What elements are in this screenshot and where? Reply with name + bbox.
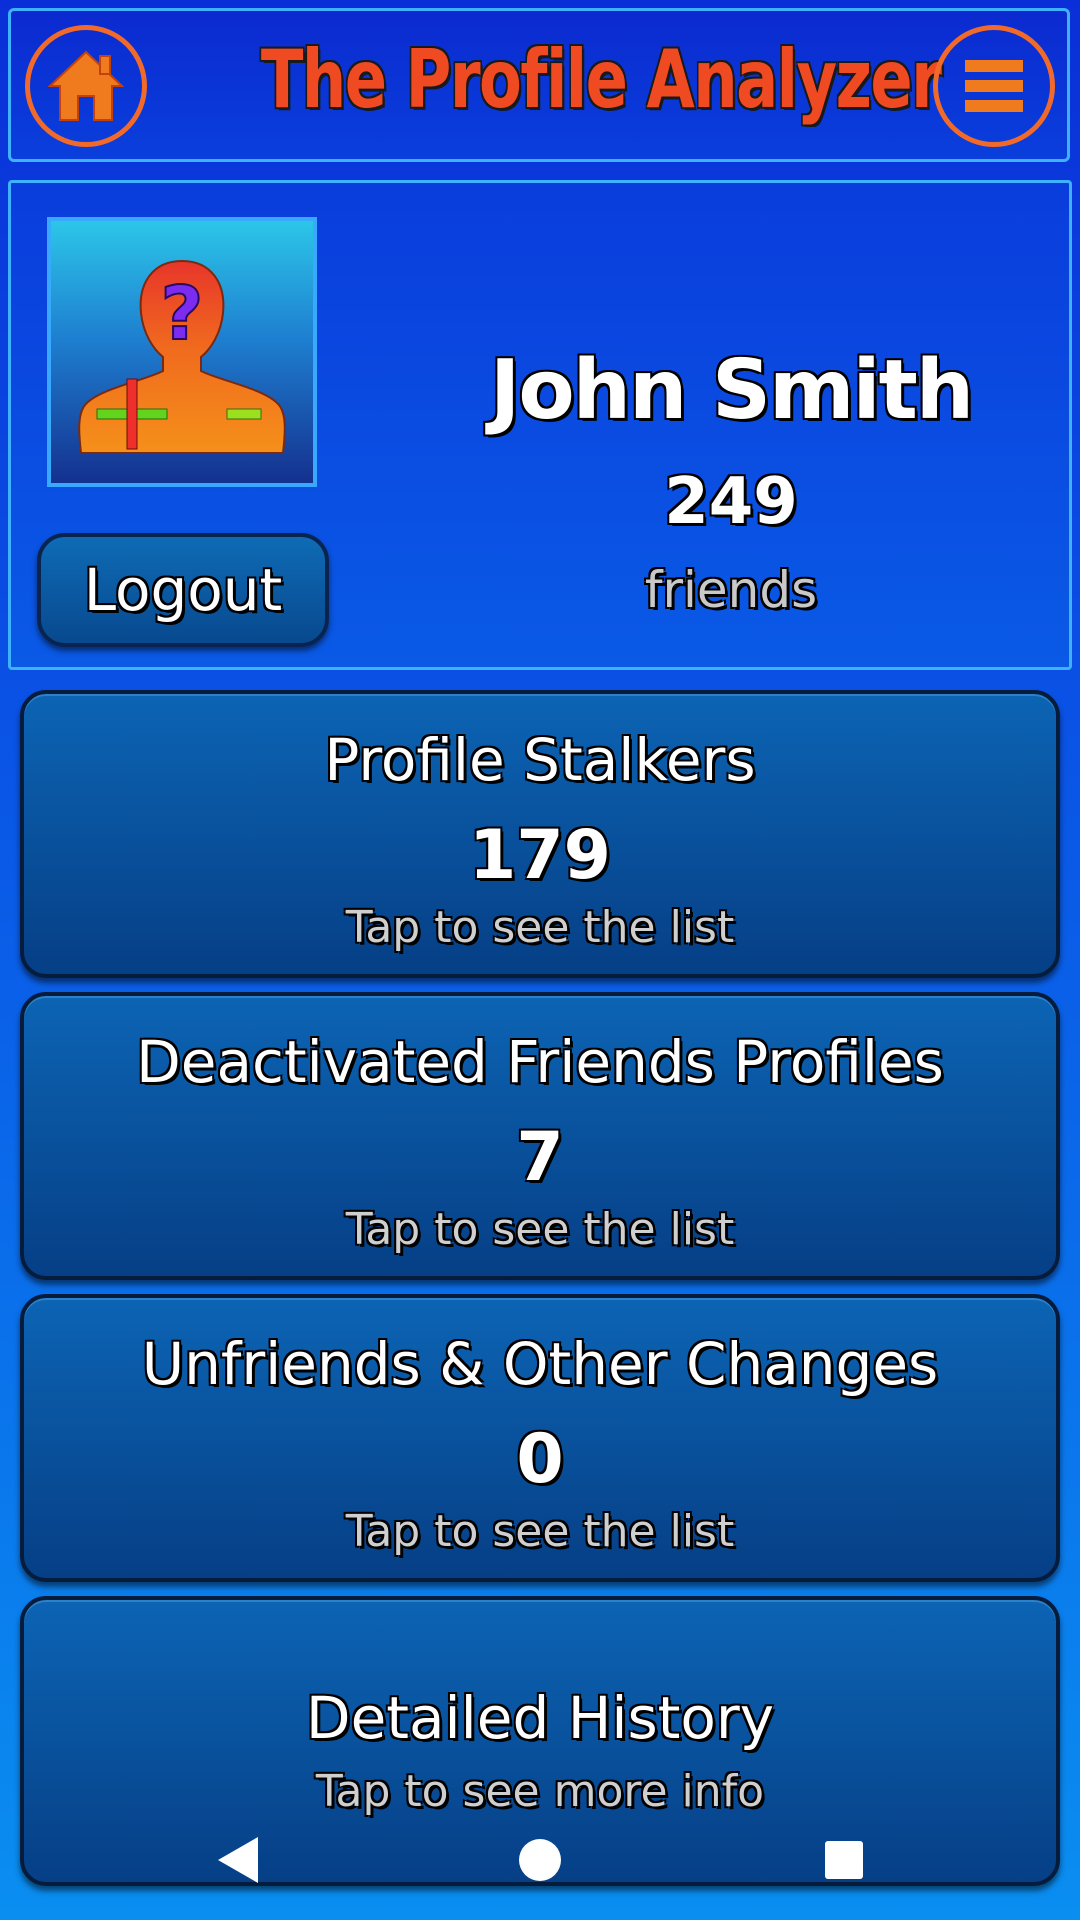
app-title: The Profile Analyzer xyxy=(260,33,942,126)
deactivated-friends-card[interactable]: Deactivated Friends Profiles 7 Tap to se… xyxy=(20,992,1060,1280)
card-count: 179 xyxy=(469,816,611,895)
card-title: Unfriends & Other Changes xyxy=(141,1330,939,1398)
card-subtitle: Tap to see the list xyxy=(345,902,735,953)
svg-text:?: ? xyxy=(161,271,204,357)
unknown-person-avatar-icon: ? xyxy=(78,259,286,454)
system-nav-bar xyxy=(0,1830,1080,1890)
friend-count: 249 xyxy=(664,465,798,539)
recents-square-icon xyxy=(825,1841,863,1879)
friend-count-label: friends xyxy=(644,561,818,619)
back-button[interactable] xyxy=(208,1830,268,1890)
menu-button[interactable] xyxy=(933,25,1055,147)
card-title: Deactivated Friends Profiles xyxy=(136,1028,944,1096)
user-name: John Smith xyxy=(489,343,974,438)
card-count: 7 xyxy=(516,1118,564,1197)
avatar[interactable]: ? xyxy=(47,217,317,487)
home-button[interactable] xyxy=(25,25,147,147)
profile-stalkers-card[interactable]: Profile Stalkers 179 Tap to see the list xyxy=(20,690,1060,978)
card-title: Detailed History xyxy=(305,1684,775,1752)
unfriends-changes-card[interactable]: Unfriends & Other Changes 0 Tap to see t… xyxy=(20,1294,1060,1582)
card-subtitle: Tap to see the list xyxy=(345,1506,735,1557)
back-triangle-icon xyxy=(218,1837,258,1883)
title-bar: The Profile Analyzer xyxy=(8,8,1070,162)
home-icon xyxy=(48,50,124,121)
card-title: Profile Stalkers xyxy=(324,726,756,794)
card-count: 0 xyxy=(516,1420,564,1499)
card-subtitle: Tap to see the list xyxy=(345,1204,735,1255)
hamburger-menu-icon xyxy=(965,60,1023,112)
card-subtitle: Tap to see more info xyxy=(315,1766,765,1817)
recents-button[interactable] xyxy=(814,1830,874,1890)
logout-button[interactable]: Logout xyxy=(37,533,329,647)
home-circle-icon xyxy=(519,1839,561,1881)
nav-home-button[interactable] xyxy=(510,1830,570,1890)
profile-panel: ? Logout John Smith 249 friends xyxy=(8,180,1072,670)
